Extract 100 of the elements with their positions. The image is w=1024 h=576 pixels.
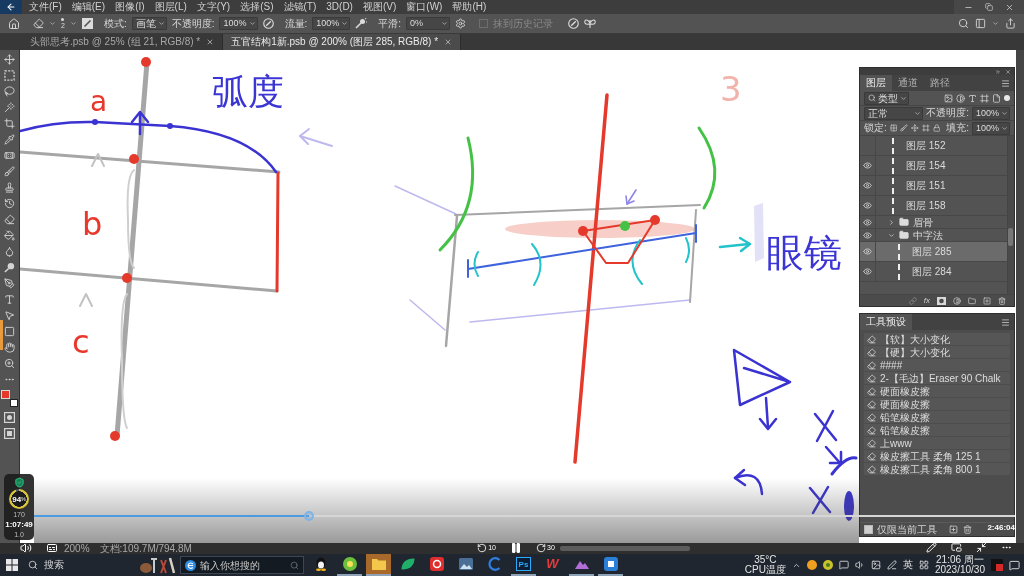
search-input[interactable]: 输入你想搜的 [200,558,286,572]
speaker-icon[interactable] [854,560,865,570]
close-icon[interactable] [444,38,453,46]
circle-icon[interactable] [806,560,817,570]
lollipop-icon[interactable] [4,262,15,273]
hand-icon[interactable] [4,342,15,353]
menu-item[interactable]: 文字(Y) [191,0,236,14]
preset-item[interactable]: 铅笔橡皮擦 [864,411,1010,423]
preset-item[interactable]: 硬面橡皮擦 [864,398,1010,410]
search-button[interactable]: 搜索 [22,555,70,575]
restore-icon[interactable] [985,3,993,11]
eye-icon[interactable] [863,161,872,170]
search-box[interactable]: 输入你想搜的 [180,556,304,574]
trash-icon[interactable] [963,525,972,534]
menu-item[interactable]: 图层(L) [149,0,192,14]
input-method-label[interactable]: 英 [902,558,913,572]
panel-tab[interactable]: 路径 [924,75,956,91]
eye-icon[interactable] [863,267,872,276]
stamp-icon[interactable] [4,182,15,193]
opacity-dropdown[interactable]: 100% [219,17,258,30]
shield-icon[interactable] [13,477,25,488]
scrollbar-thumb[interactable] [560,546,690,551]
home-icon[interactable] [8,17,20,30]
layer-row[interactable]: 图层 154 [860,156,1007,176]
close-icon[interactable] [1005,68,1011,75]
type-filter-icon[interactable] [968,93,977,103]
rectangle-icon[interactable] [4,326,15,337]
half-circle-filter-icon[interactable] [956,93,965,103]
brush-icon[interactable] [4,166,15,177]
grid-lock-icon[interactable] [889,124,898,132]
butterfly-icon[interactable] [584,18,597,29]
grid-icon[interactable] [918,560,929,570]
eyedropper-icon[interactable] [4,134,15,145]
circle-icon[interactable] [822,560,833,570]
captions-icon[interactable] [46,541,58,554]
new-preset-icon[interactable] [949,525,958,534]
scrollbar-thumb[interactable] [1008,228,1013,246]
share-icon[interactable] [1005,18,1016,29]
current-tool-checkbox[interactable] [864,525,873,534]
preset-item[interactable]: 铅笔橡皮擦 [864,424,1010,436]
lasso-icon[interactable] [4,86,15,97]
pen-icon[interactable] [886,560,897,570]
back-button[interactable] [0,0,22,14]
eye-icon[interactable] [863,217,872,227]
picture-icon[interactable] [870,560,881,570]
panel-menu-icon[interactable] [1001,317,1010,327]
menu-item[interactable]: 帮助(H) [447,0,492,14]
bandage-icon[interactable] [4,150,15,161]
preset-item[interactable]: 2-【毛边】Eraser 90 Chalk [864,372,1010,384]
marquee-icon[interactable] [4,70,15,81]
quick-mask-icon[interactable] [4,412,15,423]
menu-item[interactable]: 窗口(W) [401,0,448,14]
background-color-swatch[interactable] [10,399,18,407]
preset-item[interactable]: 硬面橡皮擦 [864,385,1010,397]
mask-icon[interactable] [937,296,946,305]
paint-bucket-icon[interactable] [4,230,15,241]
preset-item[interactable]: #### [864,359,1010,371]
caret-icon[interactable] [888,218,895,226]
new-layer-icon[interactable] [983,296,991,305]
picture-in-picture-icon[interactable] [951,542,962,553]
pause-icon[interactable] [510,541,522,554]
circle-slash-icon[interactable] [262,18,274,29]
half-circle-icon[interactable] [953,296,961,305]
trash-icon[interactable] [998,296,1006,305]
preset-item[interactable]: 【软】大小变化 [864,333,1010,345]
eye-icon[interactable] [863,181,872,190]
panel-menu-icon[interactable] [1001,78,1010,88]
move-icon[interactable] [4,54,15,65]
windows-icon[interactable] [6,559,18,571]
history-icon[interactable] [4,198,15,209]
fx-button[interactable]: fx [923,296,930,305]
brush-settings-icon[interactable] [81,18,93,29]
pen-tool-icon[interactable] [4,278,15,289]
chat-icon[interactable] [838,560,849,570]
eraser-icon[interactable] [4,214,15,225]
file-filter-icon[interactable] [992,93,1001,103]
caret-icon[interactable] [888,231,895,239]
minimize-icon[interactable] [976,542,987,553]
menu-item[interactable]: 滤镜(T) [278,0,322,14]
crop-icon[interactable] [4,118,15,129]
foreground-color-swatch[interactable] [1,390,10,399]
menu-item[interactable]: 视图(V) [357,0,402,14]
lock-icon[interactable] [932,124,941,132]
close-icon[interactable] [1005,2,1014,12]
menu-item[interactable]: 编辑(E) [66,0,111,14]
layer-row[interactable]: 图层 285 [860,242,1007,262]
circle-slash-icon[interactable] [568,18,580,29]
airbrush-icon[interactable] [355,18,368,29]
eye-icon[interactable] [863,230,872,240]
taskbar-button[interactable]: Ps [511,554,536,576]
taskbar-button[interactable] [337,554,362,576]
eye-icon[interactable] [863,201,872,210]
panel-layout-icon[interactable] [975,18,986,29]
settings-icon[interactable] [455,18,467,29]
layer-row[interactable]: 图层 284 [860,262,1007,282]
preset-item[interactable]: 上www [864,437,1010,449]
menu-item[interactable]: 选择(S) [235,0,279,14]
layer-row[interactable]: 图层 152 [860,136,1007,156]
close-icon[interactable] [206,38,215,46]
frame-lock-icon[interactable] [921,124,930,132]
